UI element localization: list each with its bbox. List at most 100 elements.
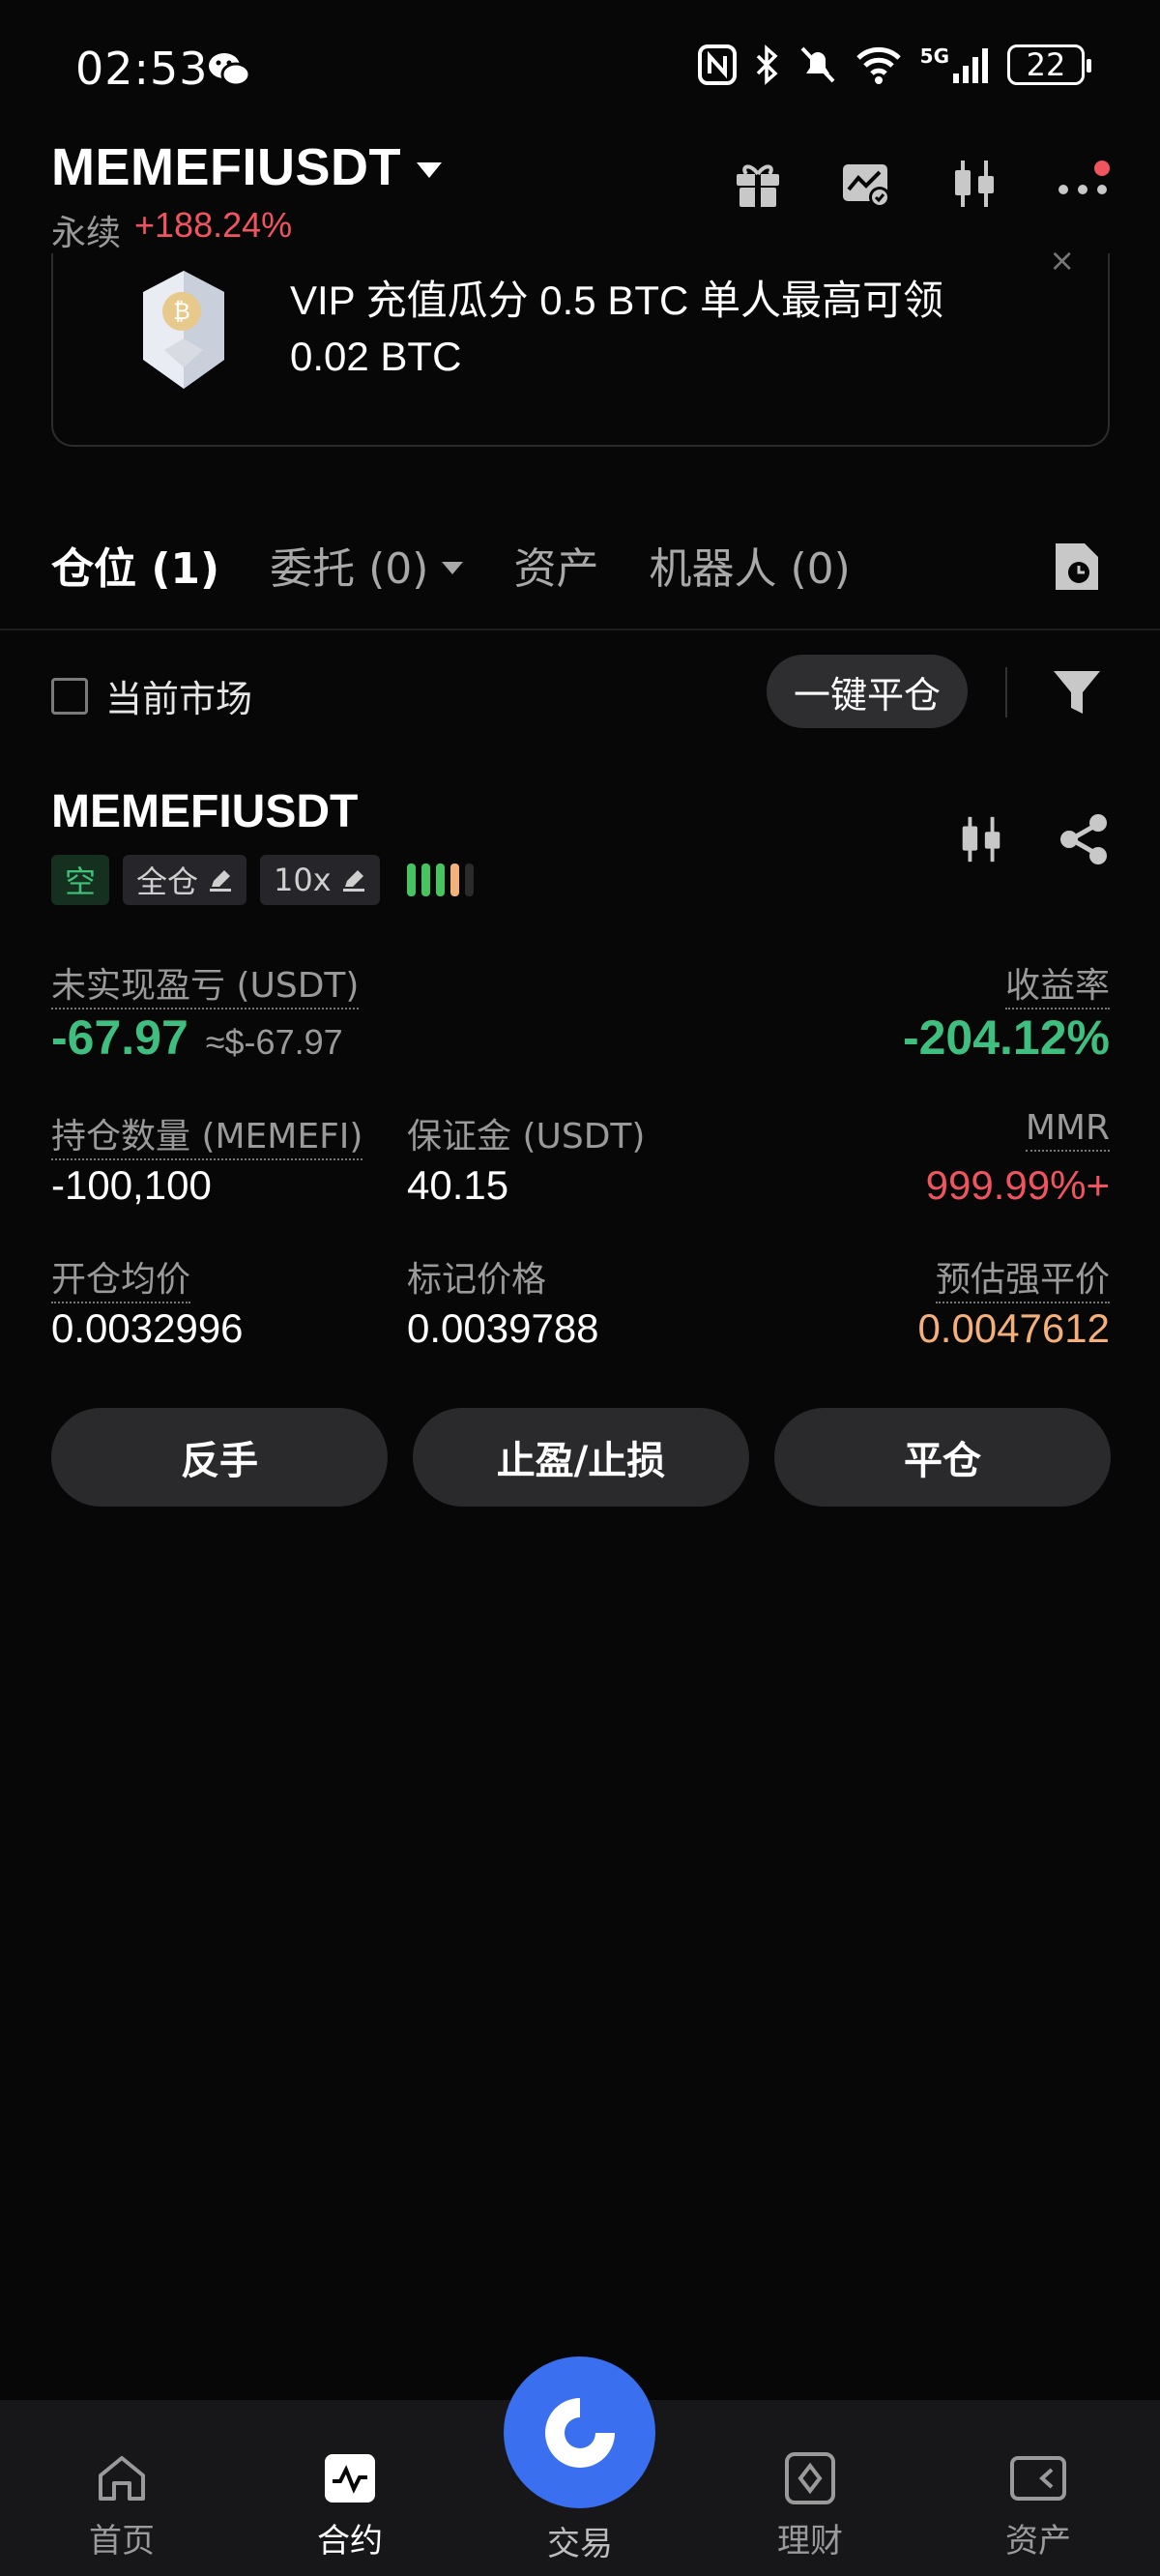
pair-subtitle: 永续 +188.24% — [51, 205, 292, 255]
wechat-icon — [207, 50, 251, 93]
pair-title: MEMEFIUSDT — [51, 138, 401, 196]
nav-futures[interactable]: 合约 — [273, 2452, 427, 2561]
banner-text: VIP 充值瓜分 0.5 BTC 单人最高可领 0.02 BTC — [290, 278, 943, 379]
tabs-divider — [0, 629, 1160, 630]
entry-price-label-text: 开仓均价 — [51, 1260, 191, 1303]
margin-mode-tag[interactable]: 全仓 — [123, 855, 247, 905]
risk-bar — [450, 864, 459, 896]
mmr-label[interactable]: MMR — [1025, 1108, 1110, 1152]
tab-orders[interactable]: 委托 (0) — [270, 534, 464, 596]
filter-divider — [1005, 667, 1007, 717]
position-actions: 反手 止盈/止损 平仓 — [51, 1408, 1111, 1507]
chart-settings-icon[interactable] — [839, 157, 893, 211]
filter-icon[interactable] — [1052, 667, 1102, 721]
position-symbol[interactable]: MEMEFIUSDT — [51, 785, 358, 838]
mmr-value: 999.99%+ — [925, 1162, 1110, 1208]
tab-bots[interactable]: 机器人 (0) — [649, 534, 850, 596]
contract-type: 永续 — [51, 214, 122, 253]
chevron-down-icon — [417, 162, 442, 178]
bluetooth-icon — [756, 44, 778, 85]
wallet-icon — [1010, 2456, 1066, 2501]
mark-price-value: 0.0039788 — [407, 1305, 599, 1351]
unrealized-pnl: -67.97 ≈$-67.97 — [51, 1010, 343, 1066]
risk-bar — [420, 864, 430, 896]
risk-bar — [435, 864, 445, 896]
entry-price-label[interactable]: 开仓均价 — [51, 1251, 191, 1303]
size-value: -100,100 — [51, 1162, 212, 1208]
status-time: 02:53 — [75, 43, 209, 95]
current-market-checkbox[interactable] — [51, 677, 88, 715]
liq-price-value: 0.0047612 — [917, 1305, 1110, 1351]
nav-trade-label: 交易 — [547, 2525, 613, 2563]
position-tabs: 仓位 (1) 委托 (0) 资产 机器人 (0) — [51, 534, 851, 596]
earn-icon — [785, 2452, 835, 2504]
nav-earn[interactable]: 理财 — [733, 2452, 887, 2561]
wifi-icon — [856, 46, 901, 84]
futures-icon — [325, 2454, 375, 2503]
share-icon[interactable] — [1058, 812, 1110, 870]
unrealized-pnl-value: -67.97 — [51, 1010, 188, 1065]
size-label-text: 持仓数量 (MEMEFI) — [51, 1117, 363, 1160]
position-tags: 空 全仓 10x — [51, 855, 474, 905]
nfc-icon — [697, 44, 737, 85]
liq-price-label[interactable]: 预估强平价 — [935, 1251, 1110, 1303]
price-change: +188.24% — [134, 205, 293, 245]
entry-price-value: 0.0032996 — [51, 1305, 244, 1351]
tpsl-button[interactable]: 止盈/止损 — [413, 1408, 749, 1507]
edit-icon — [342, 870, 364, 892]
position-card-actions — [955, 812, 1110, 870]
risk-meter — [406, 864, 474, 896]
close-position-button[interactable]: 平仓 — [774, 1408, 1111, 1507]
pair-selector[interactable]: MEMEFIUSDT — [51, 137, 442, 197]
liq-price-label-text: 预估强平价 — [935, 1260, 1110, 1303]
trade-button[interactable] — [504, 2356, 655, 2508]
current-market-label: 当前市场 — [105, 678, 253, 720]
mute-icon — [800, 46, 835, 83]
signal-icon: 5G — [920, 44, 990, 85]
mmr-label-text: MMR — [1025, 1108, 1110, 1152]
leverage-tag[interactable]: 10x — [260, 855, 380, 905]
svg-text:₿: ₿ — [173, 298, 190, 325]
roe-value: -204.12% — [902, 1010, 1110, 1065]
status-icons: 5G 22 — [697, 44, 1091, 85]
margin-mode-label: 全仓 — [136, 864, 199, 900]
nav-assets[interactable]: 资产 — [961, 2452, 1116, 2561]
unrealized-pnl-label[interactable]: 未实现盈亏 (USDT) — [51, 957, 360, 1010]
leverage-label: 10x — [274, 862, 332, 898]
header-actions — [731, 157, 1110, 211]
nav-earn-label: 理财 — [777, 2522, 843, 2561]
mark-price-label: 标记价格 — [407, 1260, 547, 1300]
side-tag: 空 — [51, 855, 110, 905]
history-icon[interactable] — [1052, 540, 1102, 598]
roe-label-text: 收益率 — [1004, 966, 1110, 1010]
gift-icon[interactable] — [731, 157, 785, 211]
nav-futures-label: 合约 — [317, 2522, 383, 2561]
size-label[interactable]: 持仓数量 (MEMEFI) — [51, 1108, 363, 1160]
nav-home-label: 首页 — [89, 2522, 155, 2561]
home-icon — [99, 2456, 145, 2501]
current-market-filter[interactable]: 当前市场 — [51, 669, 252, 722]
candlestick-icon[interactable] — [947, 157, 1001, 211]
trade-icon — [544, 2397, 615, 2468]
nav-home[interactable]: 首页 — [44, 2452, 199, 2561]
battery-indicator: 22 — [1007, 44, 1091, 85]
candlestick-icon[interactable] — [955, 812, 1007, 870]
close-all-button[interactable]: 一键平仓 — [767, 655, 968, 728]
btc-reward-icon: ₿ — [126, 253, 242, 412]
risk-bar — [406, 864, 416, 896]
tab-positions[interactable]: 仓位 (1) — [51, 534, 219, 596]
tab-assets[interactable]: 资产 — [513, 534, 598, 596]
tab-orders-label: 委托 (0) — [270, 544, 429, 594]
chevron-down-icon — [442, 561, 464, 574]
more-icon[interactable] — [1056, 157, 1110, 211]
unrealized-pnl-usd: ≈$-67.97 — [205, 1022, 343, 1062]
reverse-button[interactable]: 反手 — [51, 1408, 388, 1507]
margin-value: 40.15 — [407, 1162, 509, 1208]
unrealized-pnl-label-text: 未实现盈亏 (USDT) — [51, 966, 360, 1010]
notification-dot — [1094, 161, 1110, 176]
edit-icon — [210, 870, 232, 892]
margin-label: 保证金 (USDT) — [407, 1117, 646, 1156]
close-icon[interactable]: × — [1049, 242, 1075, 278]
risk-bar — [464, 864, 474, 896]
roe-label[interactable]: 收益率 — [1004, 957, 1110, 1010]
